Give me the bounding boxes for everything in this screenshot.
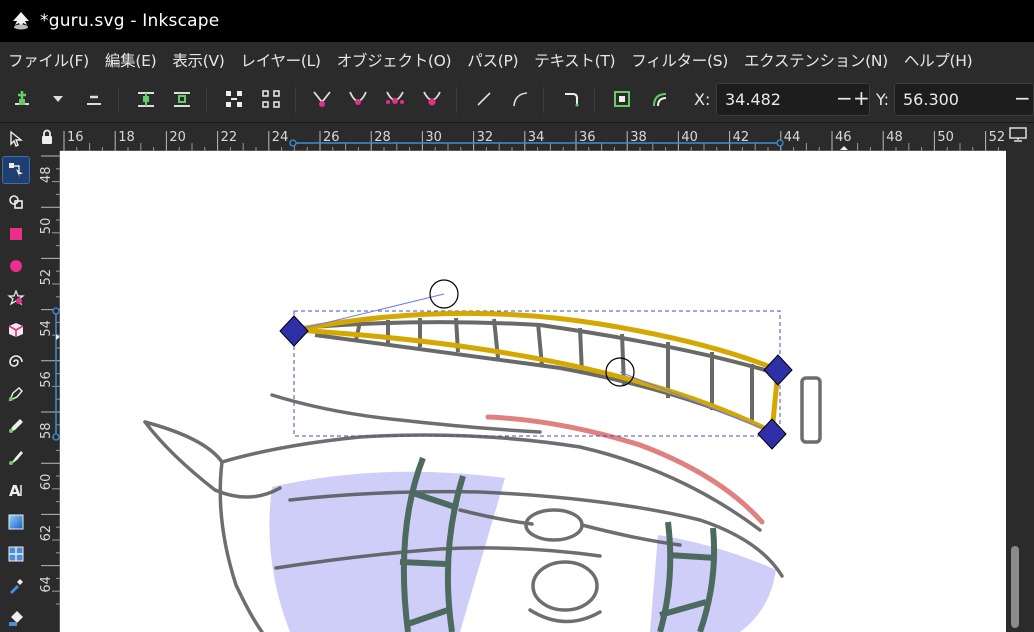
- ruler-label: 54: [39, 320, 54, 337]
- ruler-label: 58: [39, 422, 54, 439]
- join-segment-icon[interactable]: [220, 85, 248, 113]
- pencil-tool-icon[interactable]: [2, 412, 30, 440]
- stroke-to-path-icon[interactable]: [608, 85, 636, 113]
- ruler-label: 50: [937, 130, 954, 145]
- menu-layer[interactable]: レイヤー(L): [237, 49, 325, 71]
- text-tool-icon[interactable]: A: [2, 476, 30, 504]
- vertical-scrollbar[interactable]: [1011, 546, 1019, 628]
- lavender-shape-left: [269, 471, 505, 632]
- menu-edit[interactable]: 編集(E): [101, 49, 160, 71]
- mesh-tool-icon[interactable]: [2, 540, 30, 568]
- selector-tool-icon[interactable]: [2, 125, 30, 153]
- tweak-tool-icon[interactable]: [2, 188, 30, 216]
- menu-text[interactable]: テキスト(T): [530, 49, 619, 71]
- insert-node-icon[interactable]: [8, 85, 36, 113]
- node-symmetric-icon[interactable]: [381, 85, 409, 113]
- inkscape-logo-icon: [13, 12, 29, 30]
- ruler-label: 52: [989, 130, 1006, 145]
- box-3d-tool-icon[interactable]: [2, 316, 30, 344]
- ruler-label: 22: [221, 130, 238, 145]
- node-auto-smooth-icon[interactable]: [418, 85, 446, 113]
- ruler-label: 64: [39, 576, 54, 593]
- lock-icon: [41, 129, 52, 144]
- ruler-label: 24: [272, 130, 289, 145]
- x-label: X:: [694, 90, 711, 109]
- window-title: *guru.svg - Inkscape: [40, 11, 220, 31]
- menu-bar: ファイル(F) 編集(E) 表示(V) レイヤー(L) オブジェクト(O) パス…: [0, 42, 1034, 77]
- break-path-icon[interactable]: [168, 85, 196, 113]
- ruler-label: 20: [169, 130, 186, 145]
- y-value: 56.300: [903, 90, 959, 109]
- ruler-label: 52: [39, 269, 54, 286]
- ruler-label: 62: [39, 525, 54, 542]
- horizontal-ruler[interactable]: 16 18 20 22 24 26 28 30 32 34 36 38 40 42 44 46 48 50 52: [60, 123, 1006, 151]
- menu-view[interactable]: 表示(V): [168, 49, 228, 71]
- menu-help[interactable]: ヘルプ(H): [900, 49, 976, 71]
- vertical-ruler[interactable]: 48 50 52 54 56 58 60 62 64: [33, 151, 60, 632]
- pen-tool-icon[interactable]: [2, 380, 30, 408]
- display-mode-icon[interactable]: [1008, 126, 1028, 142]
- delete-node-icon[interactable]: [80, 85, 108, 113]
- node-smooth-icon[interactable]: [344, 85, 372, 113]
- ruler-label: 46: [835, 130, 852, 145]
- node-cusp-icon[interactable]: [308, 85, 336, 113]
- ruler-label: 48: [886, 130, 903, 145]
- ruler-label: 16: [67, 130, 84, 145]
- dropper-tool-icon[interactable]: [2, 572, 30, 600]
- guide-lock-toggle[interactable]: [33, 123, 60, 151]
- ruler-label: 44: [784, 130, 801, 145]
- toolbox: A: [0, 123, 33, 632]
- segment-curve-icon[interactable]: [506, 85, 534, 113]
- ellipse-tool-icon[interactable]: [2, 252, 30, 280]
- calligraphy-tool-icon[interactable]: [2, 444, 30, 472]
- ruler-label: 48: [39, 166, 54, 183]
- paint-bucket-tool-icon[interactable]: [2, 604, 30, 632]
- x-value: 34.482: [725, 90, 781, 109]
- delete-segment-icon[interactable]: [257, 85, 285, 113]
- object-to-path-icon[interactable]: [557, 85, 585, 113]
- rectangle-tool-icon[interactable]: [2, 220, 30, 248]
- ruler-label: 50: [39, 218, 54, 235]
- insert-node-dropdown-icon[interactable]: [44, 85, 72, 113]
- menu-filter[interactable]: フィルター(S): [627, 49, 732, 71]
- drawing-canvas[interactable]: [60, 151, 1006, 632]
- spiral-tool-icon[interactable]: [2, 348, 30, 376]
- y-label: Y:: [876, 90, 890, 109]
- path-effect-icon[interactable]: [646, 85, 674, 113]
- svg-text:A: A: [9, 482, 21, 499]
- segment-line-icon[interactable]: [470, 85, 498, 113]
- star-tool-icon[interactable]: [2, 284, 30, 312]
- menu-extensions[interactable]: エクステンション(N): [740, 49, 892, 71]
- menu-file[interactable]: ファイル(F): [4, 49, 93, 71]
- y-input[interactable]: 56.300: [894, 83, 1034, 116]
- ruler-label: 56: [39, 371, 54, 388]
- drawing-content: [143, 279, 822, 632]
- y-decrement-button[interactable]: −: [1014, 88, 1031, 108]
- x-increment-button[interactable]: +: [853, 88, 870, 108]
- node-tool-icon[interactable]: [2, 156, 30, 184]
- menu-path[interactable]: パス(P): [463, 49, 522, 71]
- title-bar: *guru.svg - Inkscape: [0, 0, 1034, 42]
- tool-controls-bar: X: 34.482 − + Y: 56.300 −: [0, 77, 1034, 123]
- ruler-label: 18: [118, 130, 135, 145]
- menu-object[interactable]: オブジェクト(O): [333, 49, 456, 71]
- gradient-tool-icon[interactable]: [2, 508, 30, 536]
- x-decrement-button[interactable]: −: [836, 88, 853, 108]
- join-nodes-icon[interactable]: [132, 85, 160, 113]
- ruler-label: 60: [39, 474, 54, 491]
